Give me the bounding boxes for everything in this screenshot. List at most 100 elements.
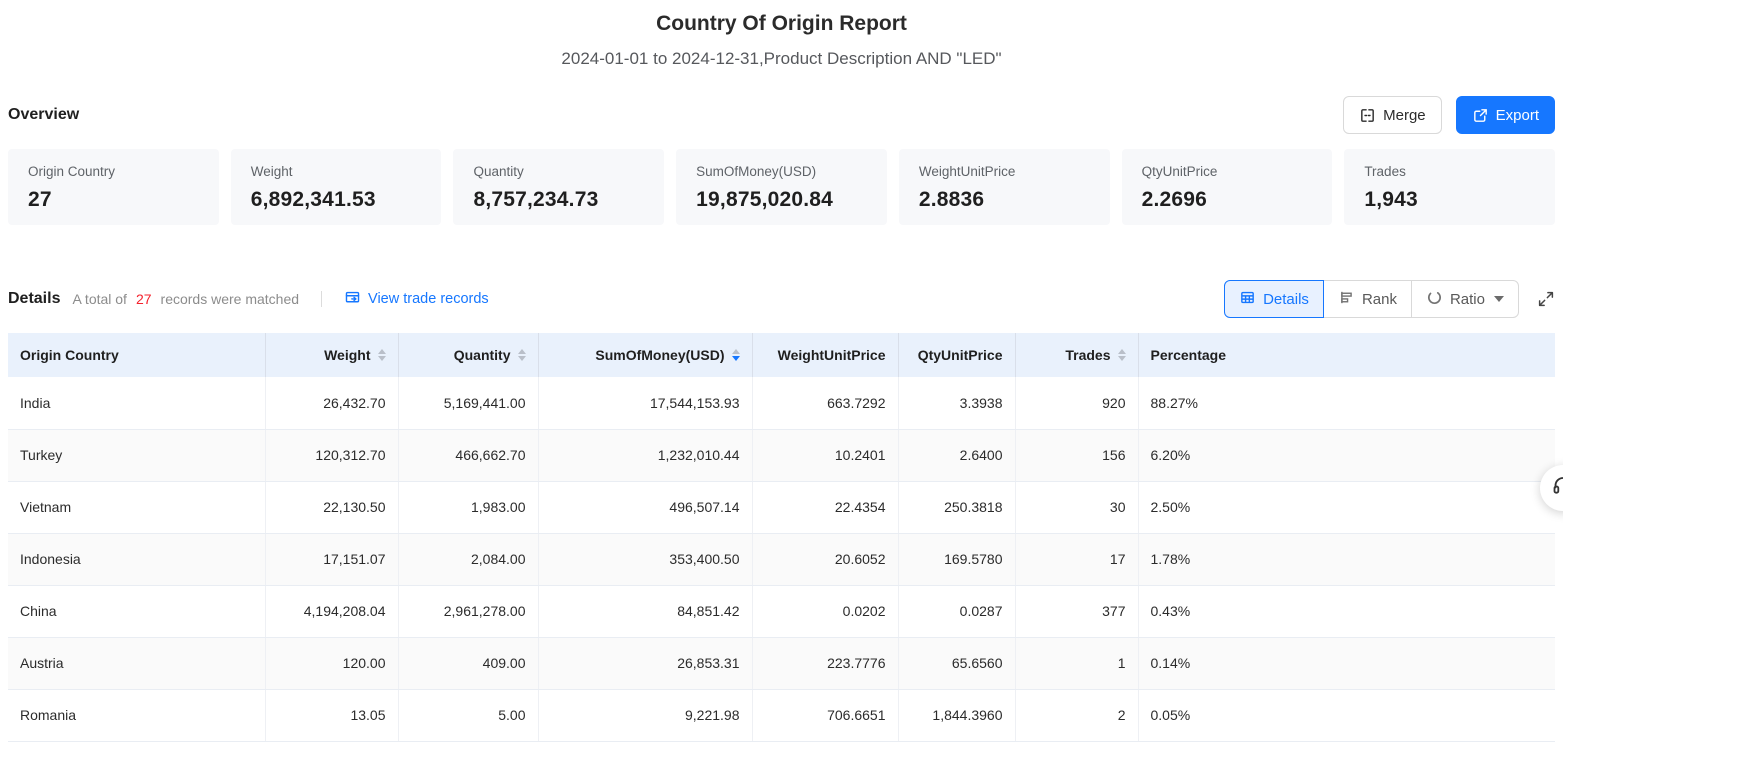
col-percentage: Percentage (1138, 333, 1555, 377)
details-table-body: India26,432.705,169,441.0017,544,153.936… (8, 377, 1555, 741)
fullscreen-button[interactable] (1537, 290, 1555, 308)
overview-cards: Origin Country 27 Weight 6,892,341.53 Qu… (8, 149, 1555, 225)
col-quantity[interactable]: Quantity (398, 333, 538, 377)
col-weight[interactable]: Weight (265, 333, 398, 377)
stat-value: 6,892,341.53 (251, 188, 422, 212)
details-heading: Details (8, 290, 60, 308)
stat-value: 2.8836 (919, 188, 1090, 212)
table-cell: 22,130.50 (265, 481, 398, 533)
table-cell: 22.4354 (752, 481, 898, 533)
table-cell: 120.00 (265, 637, 398, 689)
table-cell: India (8, 377, 265, 429)
table-cell: 2.6400 (898, 429, 1015, 481)
col-sum-of-money[interactable]: SumOfMoney(USD) (538, 333, 752, 377)
table-cell: 1.78% (1138, 533, 1555, 585)
table-cell: 5,169,441.00 (398, 377, 538, 429)
table-row: India26,432.705,169,441.0017,544,153.936… (8, 377, 1555, 429)
table-cell: 663.7292 (752, 377, 898, 429)
table-cell: 2,961,278.00 (398, 585, 538, 637)
sort-icon[interactable] (518, 349, 526, 362)
table-header-row: Origin Country Weight Quantity SumOfMone… (8, 333, 1555, 377)
table-cell: 0.0202 (752, 585, 898, 637)
stat-label: Trades (1364, 164, 1535, 179)
table-row: Austria120.00409.0026,853.31223.777665.6… (8, 637, 1555, 689)
table-cell: 156 (1015, 429, 1138, 481)
table-row: Vietnam22,130.501,983.00496,507.1422.435… (8, 481, 1555, 533)
table-cell: 1 (1015, 637, 1138, 689)
stat-label: WeightUnitPrice (919, 164, 1090, 179)
overview-buttons: Merge Export (1343, 96, 1555, 134)
stat-card-weight: Weight 6,892,341.53 (231, 149, 442, 225)
table-row: Romania13.055.009,221.98706.66511,844.39… (8, 689, 1555, 741)
chevron-down-icon (1494, 296, 1504, 302)
table-cell: 1,983.00 (398, 481, 538, 533)
sort-icon[interactable] (1118, 349, 1126, 362)
col-trades[interactable]: Trades (1015, 333, 1138, 377)
summary-suffix: records were matched (161, 291, 300, 307)
table-view-icon (1239, 289, 1256, 310)
stat-value: 8,757,234.73 (473, 188, 644, 212)
stat-label: QtyUnitPrice (1142, 164, 1313, 179)
table-cell: Romania (8, 689, 265, 741)
table-cell: 9,221.98 (538, 689, 752, 741)
stat-card-weight-unit-price: WeightUnitPrice 2.8836 (899, 149, 1110, 225)
stat-label: Origin Country (28, 164, 199, 179)
trade-records-icon (344, 289, 361, 310)
table-cell: 2 (1015, 689, 1138, 741)
headset-icon (1551, 474, 1563, 503)
table-cell: 4,194,208.04 (265, 585, 398, 637)
stat-label: Quantity (473, 164, 644, 179)
table-cell: 20.6052 (752, 533, 898, 585)
table-cell: 223.7776 (752, 637, 898, 689)
table-cell: 466,662.70 (398, 429, 538, 481)
table-cell: 496,507.14 (538, 481, 752, 533)
sort-icon-active-desc[interactable] (732, 349, 740, 362)
sort-icon[interactable] (378, 349, 386, 362)
merge-button[interactable]: Merge (1343, 96, 1442, 134)
tab-rank[interactable]: Rank (1323, 280, 1412, 318)
table-row: Indonesia17,151.072,084.00353,400.5020.6… (8, 533, 1555, 585)
table-cell: 0.43% (1138, 585, 1555, 637)
view-trade-records-link[interactable]: View trade records (344, 289, 489, 310)
table-cell: 2.50% (1138, 481, 1555, 533)
table-cell: 120,312.70 (265, 429, 398, 481)
tab-ratio-label: Ratio (1450, 291, 1485, 308)
table-cell: 30 (1015, 481, 1138, 533)
page-title: Country Of Origin Report (0, 0, 1563, 36)
tab-details-label: Details (1263, 291, 1309, 308)
table-cell: 250.3818 (898, 481, 1015, 533)
details-toolbar-left: Details A total of 27 records were match… (8, 289, 489, 310)
report-page: Country Of Origin Report 2024-01-01 to 2… (0, 0, 1563, 776)
col-origin-country: Origin Country (8, 333, 265, 377)
stat-card-quantity: Quantity 8,757,234.73 (453, 149, 664, 225)
table-cell: 26,853.31 (538, 637, 752, 689)
tab-rank-label: Rank (1362, 291, 1397, 308)
table-cell: 10.2401 (752, 429, 898, 481)
merge-cells-icon (1359, 107, 1376, 124)
export-icon (1472, 107, 1489, 124)
stat-value: 27 (28, 188, 199, 212)
table-cell: 0.0287 (898, 585, 1015, 637)
table-cell: 920 (1015, 377, 1138, 429)
table-cell: 3.3938 (898, 377, 1015, 429)
tab-details[interactable]: Details (1224, 280, 1324, 318)
export-button-label: Export (1496, 107, 1539, 124)
ratio-pie-icon (1426, 289, 1443, 310)
view-trade-records-label: View trade records (368, 291, 489, 307)
table-row: China4,194,208.042,961,278.0084,851.420.… (8, 585, 1555, 637)
tab-ratio[interactable]: Ratio (1411, 280, 1519, 318)
table-cell: Vietnam (8, 481, 265, 533)
export-button[interactable]: Export (1456, 96, 1555, 134)
stat-card-qty-unit-price: QtyUnitPrice 2.2696 (1122, 149, 1333, 225)
details-toolbar-right: Details Rank (1224, 280, 1555, 318)
table-cell: 2,084.00 (398, 533, 538, 585)
table-cell: 706.6651 (752, 689, 898, 741)
col-qty-unit-price: QtyUnitPrice (898, 333, 1015, 377)
col-weight-unit-price: WeightUnitPrice (752, 333, 898, 377)
page-subtitle: 2024-01-01 to 2024-12-31,Product Descrip… (0, 49, 1563, 69)
details-toolbar: Details A total of 27 records were match… (8, 279, 1555, 319)
overview-toolbar: Overview Merge (8, 95, 1555, 135)
table-cell: 6.20% (1138, 429, 1555, 481)
table-row: Turkey120,312.70466,662.701,232,010.4410… (8, 429, 1555, 481)
table-cell: 13.05 (265, 689, 398, 741)
